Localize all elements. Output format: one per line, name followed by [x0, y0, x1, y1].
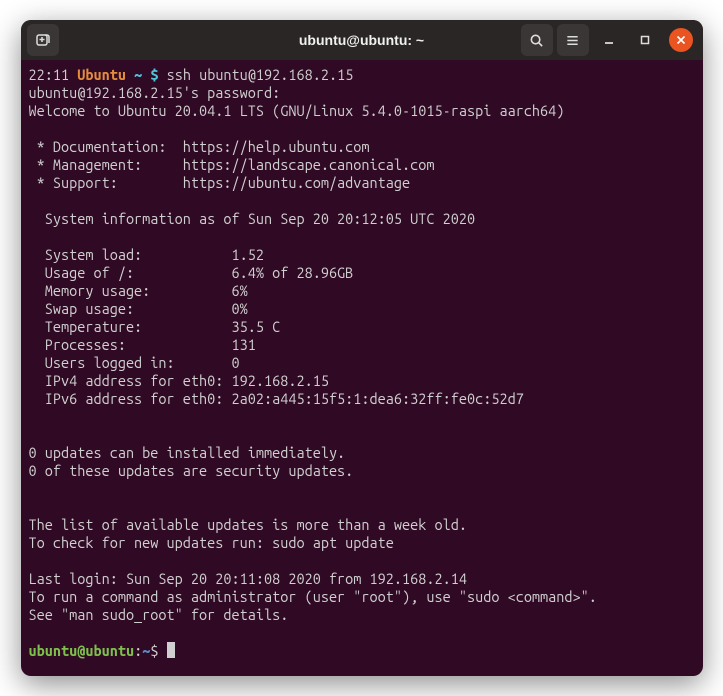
sysinfo-header: System information as of Sun Sep 20 20:1… — [29, 210, 476, 227]
prompt-time: 22:11 — [29, 66, 70, 83]
stale-line1: The list of available updates is more th… — [29, 516, 467, 533]
support-line: * Support: https://ubuntu.com/advantage — [29, 174, 411, 191]
prompt2-userhost: ubuntu@ubuntu — [29, 642, 135, 659]
prompt-path: ~ — [134, 66, 142, 83]
menu-button[interactable] — [557, 24, 589, 56]
search-button[interactable] — [521, 24, 553, 56]
new-tab-button[interactable] — [27, 24, 59, 56]
ssh-command: ssh ubuntu@192.168.2.15 — [167, 66, 354, 83]
mgmt-line: * Management: https://landscape.canonica… — [29, 156, 435, 173]
password-line: ubuntu@192.168.2.15's password: — [29, 84, 281, 101]
stat-mem: Memory usage: 6% — [29, 282, 248, 299]
stat-swap: Swap usage: 0% — [29, 300, 248, 317]
sudo-line1: To run a command as administrator (user … — [29, 588, 597, 605]
minimize-button[interactable] — [593, 24, 625, 56]
stat-ipv4: IPv4 address for eth0: 192.168.2.15 — [29, 372, 329, 389]
minimize-icon — [603, 34, 615, 46]
terminal-window: ubuntu@ubuntu: ~ — [21, 20, 703, 676]
window-title: ubuntu@ubuntu: ~ — [299, 32, 424, 48]
sudo-line2: See "man sudo_root" for details. — [29, 606, 289, 623]
maximize-icon — [639, 34, 651, 46]
stale-line2: To check for new updates run: sudo apt u… — [29, 534, 394, 551]
stat-load: System load: 1.52 — [29, 246, 264, 263]
prompt-host: Ubuntu — [77, 66, 126, 83]
titlebar: ubuntu@ubuntu: ~ — [21, 20, 703, 60]
updates-line2: 0 of these updates are security updates. — [29, 462, 354, 479]
stat-proc: Processes: 131 — [29, 336, 256, 353]
updates-line1: 0 updates can be installed immediately. — [29, 444, 346, 461]
welcome-line: Welcome to Ubuntu 20.04.1 LTS (GNU/Linux… — [29, 102, 565, 119]
close-button[interactable] — [669, 28, 693, 52]
cursor — [167, 642, 175, 658]
close-icon — [676, 35, 686, 45]
hamburger-icon — [565, 33, 580, 48]
maximize-button[interactable] — [629, 24, 661, 56]
lastlogin-line: Last login: Sun Sep 20 20:11:08 2020 fro… — [29, 570, 467, 587]
prompt2-colon: : — [134, 642, 142, 659]
stat-ipv6: IPv6 address for eth0: 2a02:a445:15f5:1:… — [29, 390, 524, 407]
prompt2-symbol: $ — [150, 642, 158, 659]
new-tab-icon — [35, 32, 51, 48]
stat-users: Users logged in: 0 — [29, 354, 240, 371]
prompt-symbol: $ — [150, 66, 158, 83]
terminal-output[interactable]: 22:11 Ubuntu ~ $ ssh ubuntu@192.168.2.15… — [21, 60, 703, 676]
stat-temp: Temperature: 35.5 C — [29, 318, 281, 335]
search-icon — [529, 33, 544, 48]
stat-usage: Usage of /: 6.4% of 28.96GB — [29, 264, 354, 281]
doc-line: * Documentation: https://help.ubuntu.com — [29, 138, 370, 155]
